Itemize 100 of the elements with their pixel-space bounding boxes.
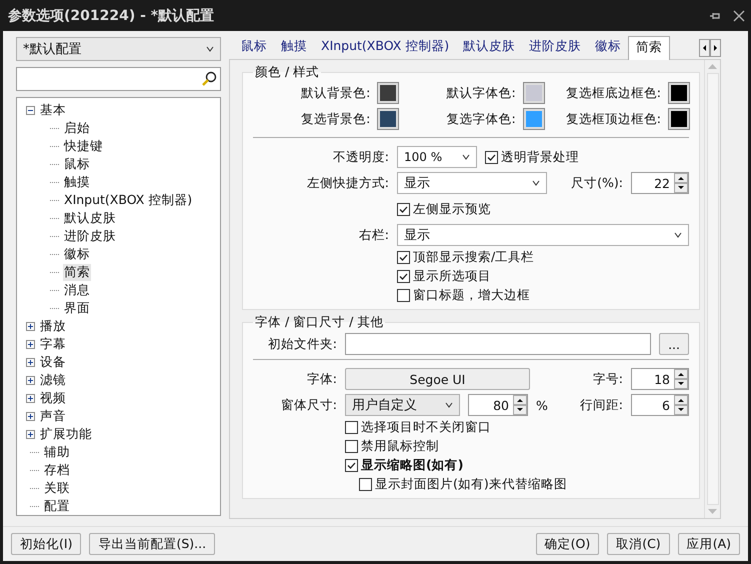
chevron-icon [532,180,540,186]
color-swatch[interactable] [668,83,689,103]
tree-item[interactable]: 扩展功能 [39,426,93,442]
tree-item[interactable]: 设备 [39,354,67,370]
tree-item[interactable]: 默认皮肤 [63,210,117,226]
field-label: 尺寸(%): [571,174,623,192]
size-spinner[interactable]: 22 [631,172,689,194]
tab[interactable]: 徽标 [588,36,628,59]
chevron-icon [674,232,682,238]
group-title: 颜色 / 样式 [254,64,320,81]
field-label: 窗体尺寸: [280,396,337,414]
color-swatch[interactable] [524,83,544,103]
tab[interactable]: XInput(XBOX 控制器) [314,36,456,59]
tree-item[interactable]: 播放 [39,318,67,334]
field-label: 左侧快捷方式: [306,174,389,192]
tree-item[interactable]: 辅助 [43,444,71,460]
field-label: 字号: [592,370,623,388]
color-label: 复选字体色: [446,110,516,128]
chevron-icon [462,154,470,160]
tree-item[interactable]: 消息 [63,282,91,298]
footer-button[interactable]: 初始化(I) [11,533,82,555]
footer-button[interactable]: 确定(O) [536,533,600,555]
tree-item[interactable]: 进阶皮肤 [63,228,117,244]
browse-button[interactable]: ... [659,333,689,355]
search-icon[interactable] [201,71,217,87]
plus-icon[interactable] [26,394,35,402]
field-label: 不透明度: [332,148,389,166]
tree-item[interactable]: 鼠标 [63,156,91,172]
color-swatch[interactable] [378,109,398,129]
spin-arrows-icon[interactable] [674,395,688,415]
checkbox[interactable]: 显示封面图片(如有)来代替缩略图 [345,475,689,494]
color-label: 复选框顶边框色: [566,110,661,128]
plus-icon[interactable] [26,430,35,438]
color-swatch[interactable] [668,109,689,129]
tab[interactable]: 鼠标 [234,36,274,59]
tree-item[interactable]: 视频 [39,390,67,406]
tree-item[interactable]: 存档 [43,462,71,478]
checkbox[interactable]: 顶部显示搜索/工具栏 [397,248,689,267]
color-swatch[interactable] [378,83,398,103]
checkbox[interactable]: 左侧显示预览 [397,200,491,218]
font-size-spinner[interactable]: 18 [631,368,689,390]
tree-item[interactable]: 滤镜 [39,372,67,388]
tab[interactable]: 触摸 [274,36,314,59]
opacity-select[interactable]: 100 % [397,146,477,168]
profile-select[interactable]: *默认配置 [16,37,221,61]
tree-item[interactable]: 触摸 [63,174,91,190]
color-label: 复选背景色: [301,110,370,128]
right-bar-select[interactable]: 显示 [397,224,689,246]
color-label: 默认背景色: [301,84,370,102]
tab[interactable]: 默认皮肤 [456,36,522,59]
footer-button[interactable]: 取消(C) [607,533,670,555]
checkbox[interactable]: 禁用鼠标控制 [345,437,689,456]
search-field[interactable] [16,67,221,91]
tree-item[interactable]: XInput(XBOX 控制器) [63,192,194,208]
tree-item[interactable]: 徽标 [63,246,91,262]
checkbox[interactable]: 显示缩略图(如有) [345,456,689,475]
field-label: 右栏: [358,226,389,244]
tree-item[interactable]: 关联 [43,480,71,496]
checkbox[interactable]: 选择项目时不关闭窗口 [345,418,689,437]
window-size-select[interactable]: 用户自定义 [345,394,460,416]
chevron-icon [206,46,214,52]
unit-label: % [536,398,548,412]
tree-item[interactable]: 快捷键 [63,138,104,154]
spin-arrows-icon[interactable] [674,369,688,389]
tree-item[interactable]: 声音 [39,408,67,424]
tree-item[interactable]: 字幕 [39,336,67,352]
percent-spinner[interactable]: 80 [468,394,528,416]
tab[interactable]: 进阶皮肤 [522,36,588,59]
plus-icon[interactable] [26,376,35,384]
color-label: 默认字体色: [446,84,516,102]
field-label: 字体: [306,370,337,388]
checkbox[interactable]: 透明背景处理 [485,148,579,166]
plus-icon[interactable] [26,340,35,348]
tree-item[interactable]: 界面 [63,300,91,316]
spin-arrows-icon[interactable] [674,173,688,193]
folder-field[interactable] [345,333,652,355]
spin-arrows-icon[interactable] [513,395,527,415]
tree-item[interactable]: 基本 [39,102,67,118]
minus-icon[interactable] [26,106,35,114]
font-button[interactable]: Segoe UI [345,368,530,390]
footer-button[interactable]: 导出当前配置(S)... [89,533,216,555]
plus-icon[interactable] [26,412,35,420]
color-label: 复选框底边框色: [566,84,661,102]
group-title: 字体 / 窗口尺寸 / 其他 [254,314,384,331]
plus-icon[interactable] [26,358,35,366]
tree-item[interactable]: 配置 [43,498,71,514]
footer-button[interactable]: 应用(A) [678,533,740,555]
line-spacing-spinner[interactable]: 6 [631,394,689,416]
field-label: 行间距: [580,396,623,414]
tab[interactable]: 简索 [628,36,670,60]
close-icon[interactable] [733,10,745,22]
plus-icon[interactable] [26,322,35,330]
checkbox[interactable]: 显示所选项目 [397,267,689,286]
window-title: 参数选项(201224) - *默认配置 [8,6,216,24]
tree-item[interactable]: 启始 [63,120,91,136]
shortcut-select[interactable]: 显示 [397,172,547,194]
checkbox[interactable]: 窗口标题，增大边框 [397,286,689,305]
color-swatch[interactable] [524,109,544,129]
field-label: 初始文件夹: [266,336,337,352]
tree-item[interactable]: 简索 [63,264,91,280]
